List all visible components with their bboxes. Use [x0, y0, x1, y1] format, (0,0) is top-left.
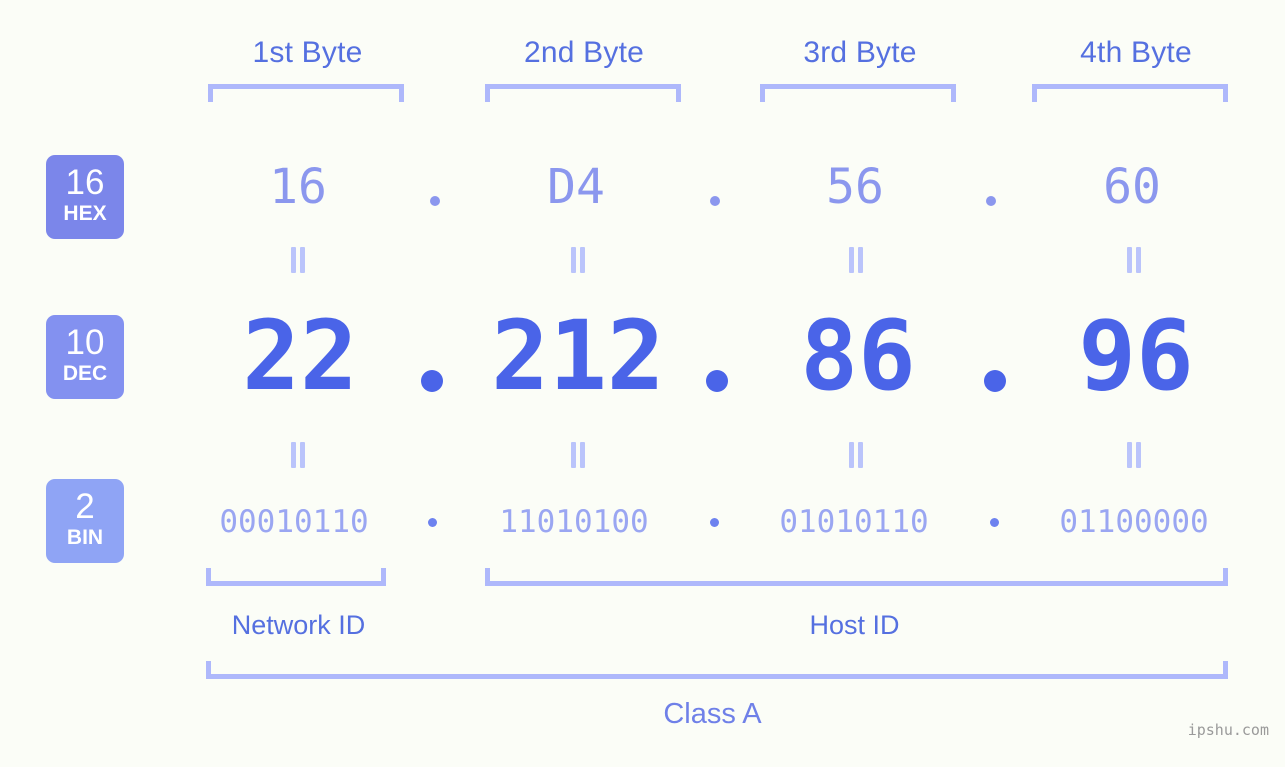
dec-octet-1: 22 [242, 300, 358, 412]
dec-separator-dot-2 [706, 370, 728, 392]
bin-octet-3: 01010110 [779, 504, 929, 540]
hex-octet-2: D4 [547, 159, 605, 215]
diagram-canvas: 1st Byte 2nd Byte 3rd Byte 4th Byte 16 H… [0, 0, 1285, 767]
hex-octet-3: 56 [826, 159, 884, 215]
equals-mark-hex-dec-1 [290, 247, 306, 273]
hex-separator-dot-3 [986, 196, 996, 206]
dec-value-row: 22 212 86 96 [0, 300, 1285, 414]
equals-mark-dec-bin-2 [570, 442, 586, 468]
watermark: ipshu.com [1187, 721, 1269, 739]
network-id-bracket [206, 568, 386, 586]
host-id-label: Host ID [809, 610, 900, 640]
byte-header-4: 4th Byte [1080, 36, 1192, 69]
dec-separator-dot-3 [984, 370, 1006, 392]
equals-mark-hex-dec-2 [570, 247, 586, 273]
bin-value-row: 00010110 11010100 01010110 01100000 [0, 500, 1285, 546]
hex-value-row: 16 D4 56 60 [0, 157, 1285, 219]
byte-bracket-3 [760, 84, 956, 102]
hex-separator-dot-2 [710, 196, 720, 206]
bin-octet-2: 11010100 [499, 504, 649, 540]
equals-mark-dec-bin-1 [290, 442, 306, 468]
equals-mark-dec-bin-3 [848, 442, 864, 468]
dec-separator-dot-1 [421, 370, 443, 392]
byte-header-2: 2nd Byte [523, 36, 645, 69]
hex-octet-4: 60 [1103, 159, 1161, 215]
equals-mark-hex-dec-4 [1126, 247, 1142, 273]
bin-octet-4: 01100000 [1059, 504, 1209, 540]
byte-bracket-1 [208, 84, 404, 102]
hex-separator-dot-1 [430, 196, 440, 206]
host-id-bracket [485, 568, 1228, 586]
bin-separator-dot-2 [710, 518, 719, 527]
equals-mark-hex-dec-3 [848, 247, 864, 273]
network-id-label: Network ID [231, 610, 366, 640]
equals-mark-dec-bin-4 [1126, 442, 1142, 468]
class-bracket [206, 661, 1228, 679]
byte-bracket-4 [1032, 84, 1228, 102]
bin-separator-dot-1 [428, 518, 437, 527]
hex-octet-1: 16 [269, 159, 327, 215]
bin-octet-1: 00010110 [219, 504, 369, 540]
dec-octet-2: 212 [491, 300, 665, 412]
bin-separator-dot-3 [990, 518, 999, 527]
class-label: Class A [663, 698, 762, 730]
dec-octet-4: 96 [1078, 300, 1194, 412]
dec-octet-3: 86 [800, 300, 916, 412]
byte-bracket-2 [485, 84, 681, 102]
byte-header-3: 3rd Byte [803, 36, 917, 69]
byte-header-1: 1st Byte [252, 36, 363, 69]
